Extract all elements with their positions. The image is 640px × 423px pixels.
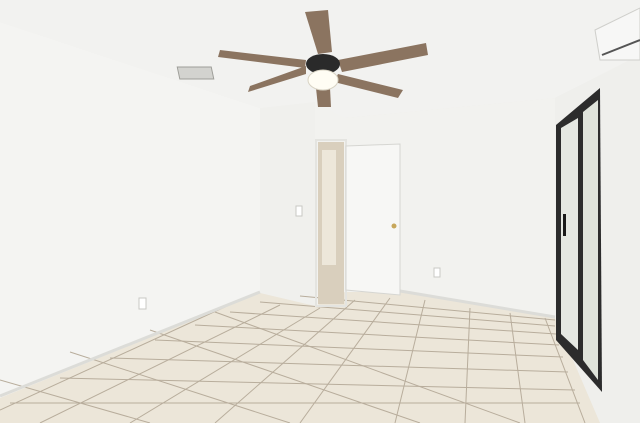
wall-outlet-back	[433, 267, 441, 278]
ceiling-vent	[176, 66, 215, 80]
door-knob[interactable]	[391, 223, 397, 229]
fan-blade	[316, 88, 331, 107]
hallway-wall	[322, 150, 336, 265]
light-switch[interactable]	[295, 205, 303, 217]
open-door[interactable]	[345, 143, 401, 296]
sliding-door-glass-right	[583, 100, 598, 380]
fan-light-icon	[307, 69, 339, 91]
room-scene	[0, 0, 640, 423]
sliding-door-handle[interactable]	[563, 214, 566, 236]
back-wall-left	[260, 102, 315, 306]
wall-outlet-left	[138, 297, 147, 310]
